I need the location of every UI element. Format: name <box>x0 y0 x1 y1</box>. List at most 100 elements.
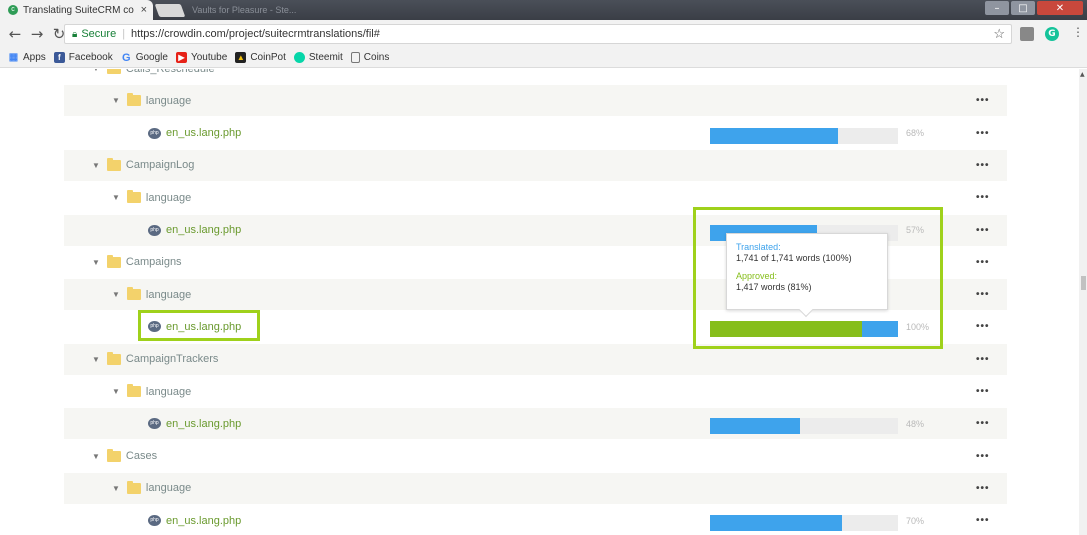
folder-name: language <box>145 385 192 398</box>
scrollbar-thumb[interactable] <box>1081 276 1086 290</box>
expand-caret-icon[interactable]: ▼ <box>92 69 100 73</box>
folder-icon <box>126 93 141 107</box>
background-tab-title[interactable]: Vaults for Pleasure - Ste... <box>192 5 296 15</box>
more-options-icon[interactable]: ••• <box>976 160 990 171</box>
file-label[interactable]: php en_us.lang.php <box>148 224 241 236</box>
translation-progress-bar[interactable] <box>710 127 898 144</box>
file-label[interactable]: php en_us.lang.php <box>148 418 241 430</box>
file-name: en_us.lang.php <box>166 127 242 140</box>
expand-caret-icon[interactable]: ▼ <box>112 484 120 493</box>
tooltip-translated-label: Translated: <box>736 242 781 252</box>
folder-label[interactable]: ▼ language <box>112 93 191 107</box>
more-options-icon[interactable]: ••• <box>976 515 990 526</box>
expand-caret-icon[interactable]: ▼ <box>92 452 100 461</box>
file-name: en_us.lang.php <box>166 417 242 430</box>
progress-percent: 68% <box>906 128 925 139</box>
browser-menu-icon[interactable]: ⋮ <box>1072 25 1084 39</box>
expand-caret-icon[interactable]: ▼ <box>112 387 120 396</box>
folder-icon <box>106 157 121 171</box>
file-label[interactable]: php en_us.lang.php <box>148 127 241 139</box>
folder-name: language <box>145 288 192 301</box>
more-options-icon[interactable]: ••• <box>976 257 990 268</box>
expand-caret-icon[interactable]: ▼ <box>112 96 120 105</box>
window-close-button[interactable]: ✕ <box>1037 1 1083 15</box>
maximize-button[interactable]: □ <box>1011 1 1035 15</box>
progress-percent: 70% <box>906 515 925 526</box>
tab-close-icon[interactable]: × <box>141 4 147 16</box>
folder-row[interactable]: ▼ language ••• <box>64 472 1007 504</box>
folder-label[interactable]: ▼ language <box>112 480 191 494</box>
url-text[interactable]: https://crowdin.com/project/suitecrmtran… <box>131 28 380 40</box>
expand-caret-icon[interactable]: ▼ <box>92 161 100 170</box>
folder-label[interactable]: ▼ language <box>112 190 192 204</box>
more-options-icon[interactable]: ••• <box>976 451 990 462</box>
more-options-icon[interactable]: ••• <box>976 418 990 429</box>
grammarly-icon[interactable]: G <box>1045 27 1059 41</box>
bookmark-coinpot[interactable]: ▲ CoinPot <box>235 52 286 63</box>
folder-row[interactable]: ▼ CampaignLog ••• <box>64 149 1007 181</box>
file-row[interactable]: 48% php en_us.lang.php ••• <box>64 408 1007 440</box>
file-row[interactable]: 70% php en_us.lang.php ••• <box>64 505 1007 535</box>
bookmark-star-icon[interactable]: ☆ <box>993 26 1005 42</box>
scroll-up-arrow-icon[interactable]: ▲ <box>1080 71 1085 78</box>
file-label[interactable]: php en_us.lang.php <box>148 515 241 527</box>
folder-row[interactable]: ▼ language ••• <box>64 376 1007 407</box>
bookmark-google[interactable]: G Google <box>121 51 168 64</box>
file-name: en_us.lang.php <box>166 224 242 236</box>
expand-caret-icon[interactable]: ▼ <box>92 258 100 267</box>
folder-icon <box>126 287 141 301</box>
more-options-icon[interactable]: ••• <box>976 289 990 300</box>
folder-row[interactable]: ▼ language ••• <box>64 85 1007 117</box>
extension-icon[interactable] <box>1020 27 1034 41</box>
scrollbar-track[interactable] <box>1079 69 1087 535</box>
folder-label[interactable]: ▼ Calls_Reschedule <box>92 69 215 75</box>
bookmark-apps[interactable]: ▦ Apps <box>8 52 46 63</box>
folder-label[interactable]: ▼ CampaignLog <box>92 157 194 171</box>
more-options-icon[interactable]: ••• <box>976 354 990 365</box>
folder-name: Calls_Reschedule <box>126 69 215 75</box>
new-tab-button[interactable] <box>154 4 186 17</box>
php-file-icon: php <box>148 515 161 527</box>
file-row[interactable]: 68% php en_us.lang.php ••• <box>64 118 1007 149</box>
translated-fill <box>710 418 801 435</box>
folder-label[interactable]: ▼ Campaigns <box>92 254 182 268</box>
folder-icon <box>106 254 121 268</box>
forward-arrow-icon[interactable]: → <box>30 25 44 43</box>
expand-caret-icon[interactable]: ▼ <box>92 355 100 364</box>
expand-caret-icon[interactable]: ▼ <box>112 193 120 202</box>
bookmark-facebook[interactable]: f Facebook <box>53 52 113 63</box>
more-options-icon[interactable]: ••• <box>976 321 990 332</box>
folder-name: language <box>145 191 192 204</box>
folder-label[interactable]: ▼ CampaignTrackers <box>92 351 218 365</box>
google-icon: G <box>121 51 131 64</box>
more-options-icon[interactable]: ••• <box>976 128 990 139</box>
more-options-icon[interactable]: ••• <box>976 225 990 236</box>
translation-progress-bar[interactable] <box>710 418 898 435</box>
more-options-icon[interactable]: ••• <box>976 192 990 203</box>
more-options-icon[interactable]: ••• <box>976 386 990 397</box>
more-options-icon[interactable]: ••• <box>976 69 990 74</box>
back-arrow-icon[interactable]: ← <box>8 25 22 43</box>
bookmark-youtube[interactable]: ▶ Youtube <box>175 52 227 63</box>
more-options-icon[interactable]: ••• <box>976 95 990 106</box>
facebook-icon: f <box>53 52 65 63</box>
folder-label[interactable]: ▼ language <box>112 287 192 301</box>
more-options-icon[interactable]: ••• <box>976 483 990 494</box>
secure-label: Secure <box>81 28 117 40</box>
minimize-button[interactable]: – <box>985 1 1009 15</box>
folder-label[interactable]: ▼ language <box>112 384 192 398</box>
folder-icon <box>106 69 121 74</box>
folder-row[interactable]: ▼ Cases ••• <box>64 441 1007 472</box>
active-tab[interactable]: c Translating SuiteCRM co × <box>0 0 153 20</box>
address-bar[interactable]: 🔒︎ Secure | https://crowdin.com/project/… <box>64 24 1012 44</box>
expand-caret-icon[interactable]: ▼ <box>112 290 120 299</box>
tab-title: Translating SuiteCRM co <box>23 4 134 16</box>
folder-label[interactable]: ▼ Cases <box>92 448 157 462</box>
translation-progress-bar[interactable] <box>710 515 898 532</box>
bookmark-steemit[interactable]: Steemit <box>293 52 343 63</box>
bookmark-coins[interactable]: Coins <box>350 52 389 63</box>
steemit-icon <box>293 52 305 63</box>
bookmarks-bar: ▦ Apps f Facebook G Google ▶ Youtube ▲ CoinPo… <box>0 48 1087 68</box>
folder-row[interactable]: ▼ Calls_Reschedule ••• <box>64 69 1007 84</box>
browser-toolbar: ← → ↻ 🔒︎ Secure | https://crowdin.com/pr… <box>0 20 1087 48</box>
